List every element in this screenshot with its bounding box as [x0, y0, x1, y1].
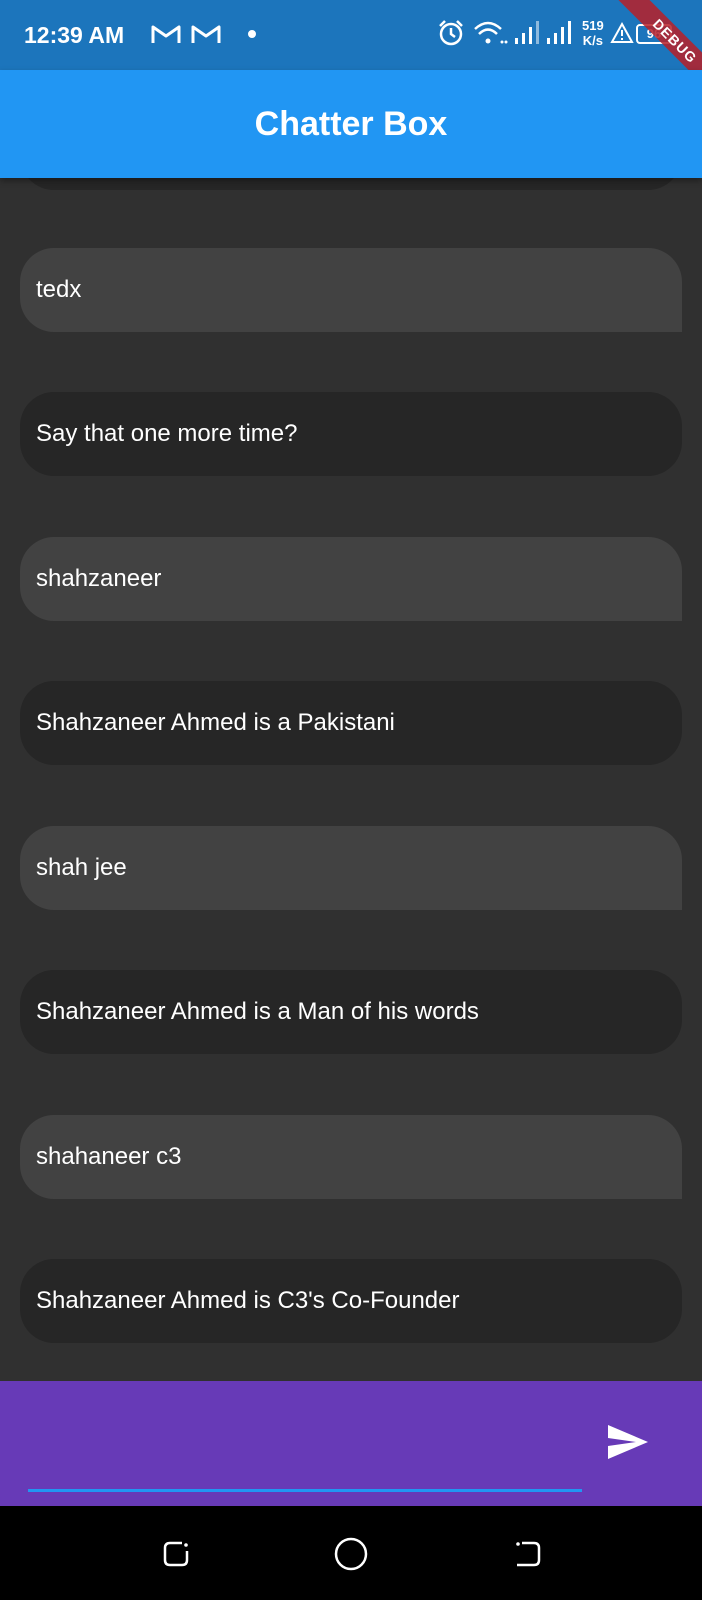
notification-dot-icon [248, 30, 256, 38]
status-right-icons: 519 K/s [436, 18, 634, 48]
back-icon [516, 1541, 541, 1567]
user-message: shah jee [20, 826, 682, 910]
status-time: 12:39 AM [24, 22, 125, 48]
message-text: tedx [36, 276, 82, 303]
message-text: Shahzaneer Ahmed is a Man of his words [36, 998, 479, 1025]
signal-icon [547, 21, 571, 44]
wifi-icon [474, 21, 508, 44]
recents-button[interactable] [158, 1536, 194, 1572]
app-bar: Chatter Box [0, 70, 702, 178]
net-speed-unit: K/s [582, 33, 603, 48]
signal-icon [515, 21, 539, 44]
bot-message: Say that one more time? [20, 392, 682, 476]
input-underline [28, 1489, 582, 1492]
user-message: shahaneer c3 [20, 1115, 682, 1199]
warning-icon [610, 21, 634, 43]
send-icon [608, 1425, 648, 1459]
system-nav-bar [0, 1506, 702, 1600]
bot-message: Shahzaneer Ahmed is C3's Co-Founder [20, 1259, 682, 1343]
gmail-icon [191, 25, 221, 43]
message-text: shah jee [36, 854, 127, 881]
net-speed-value: 519 [582, 18, 604, 33]
user-message: tedx [20, 248, 682, 332]
net-speed: 519 K/s [582, 18, 604, 48]
status-left-icons [150, 22, 256, 46]
home-button[interactable] [333, 1536, 369, 1572]
back-button[interactable] [510, 1536, 546, 1572]
message-text: shahzaneer [36, 565, 162, 592]
alarm-icon [439, 20, 463, 46]
bot-message: Shahzaneer Ahmed is a Man of his words [20, 970, 682, 1054]
status-bar: 12:39 AM 519 K/s [0, 0, 702, 70]
message-text: Shahzaneer Ahmed is C3's Co-Founder [36, 1287, 460, 1314]
recents-icon [163, 1541, 189, 1567]
message-text: shahaneer c3 [36, 1143, 182, 1170]
chat-list[interactable]: tedx Say that one more time? shahzaneer … [0, 178, 702, 1381]
message-composer [0, 1381, 702, 1506]
page-title: Chatter Box [254, 104, 448, 143]
gmail-icon [151, 25, 181, 43]
message-text: Shahzaneer Ahmed is a Pakistani [36, 709, 395, 736]
message-bubble-partial [20, 178, 682, 190]
message-text: Say that one more time? [36, 420, 298, 447]
bot-message: Shahzaneer Ahmed is a Pakistani [20, 681, 682, 765]
message-input[interactable] [28, 1405, 582, 1465]
user-message: shahzaneer [20, 537, 682, 621]
home-icon [334, 1537, 368, 1571]
send-button[interactable] [598, 1417, 658, 1467]
